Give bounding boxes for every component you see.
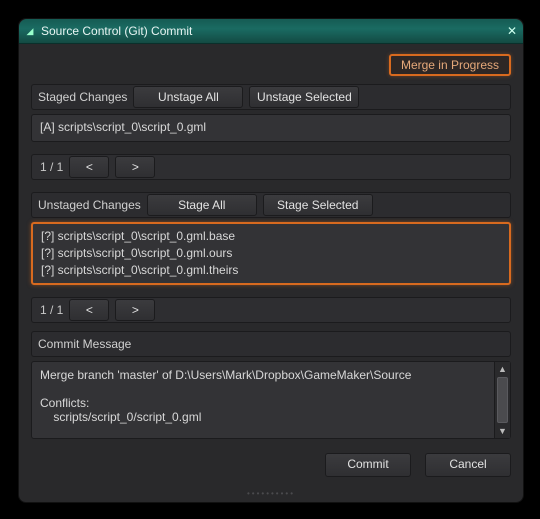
scroll-up-icon[interactable]: ▲ <box>495 362 510 376</box>
unstage-all-button[interactable]: Unstage All <box>133 86 243 108</box>
list-item[interactable]: [A] scripts\script_0\script_0.gml <box>40 119 502 136</box>
staged-header: Staged Changes Unstage All Unstage Selec… <box>31 84 511 110</box>
unstaged-label: Unstaged Changes <box>38 198 141 212</box>
resize-grip-icon[interactable]: •••••••••• <box>247 489 295 498</box>
unstaged-header: Unstaged Changes Stage All Stage Selecte… <box>31 192 511 218</box>
list-item[interactable]: [?] scripts\script_0\script_0.gml.ours <box>41 245 501 262</box>
staged-label: Staged Changes <box>38 90 127 104</box>
window-title: Source Control (Git) Commit <box>41 24 501 38</box>
stage-selected-button[interactable]: Stage Selected <box>263 194 373 216</box>
commit-message-textarea[interactable]: Merge branch 'master' of D:\Users\Mark\D… <box>32 362 494 438</box>
scroll-down-icon[interactable]: ▼ <box>495 424 510 438</box>
unstage-selected-button[interactable]: Unstage Selected <box>249 86 359 108</box>
unstaged-next-button[interactable]: > <box>115 299 155 321</box>
commit-message-label: Commit Message <box>38 337 131 351</box>
staged-next-button[interactable]: > <box>115 156 155 178</box>
close-button[interactable]: ✕ <box>501 24 523 38</box>
dialog-body: Merge in Progress Staged Changes Unstage… <box>19 44 523 489</box>
staged-list[interactable]: [A] scripts\script_0\script_0.gml <box>31 114 511 142</box>
commit-message-scrollbar[interactable]: ▲ ▼ <box>494 362 510 438</box>
titlebar[interactable]: ◢ Source Control (Git) Commit ✕ <box>19 19 523 44</box>
scroll-thumb[interactable] <box>497 377 508 423</box>
cancel-button[interactable]: Cancel <box>425 453 511 477</box>
commit-message-header: Commit Message <box>31 331 511 357</box>
staged-page-count: 1 / 1 <box>38 160 63 174</box>
expand-triangle-icon[interactable]: ◢ <box>19 26 41 37</box>
merge-in-progress-badge: Merge in Progress <box>389 54 511 76</box>
list-item[interactable]: [?] scripts\script_0\script_0.gml.theirs <box>41 262 501 279</box>
unstaged-list[interactable]: [?] scripts\script_0\script_0.gml.base [… <box>31 222 511 285</box>
unstaged-pager: 1 / 1 < > <box>31 297 511 323</box>
staged-pager: 1 / 1 < > <box>31 154 511 180</box>
unstaged-prev-button[interactable]: < <box>69 299 109 321</box>
unstaged-page-count: 1 / 1 <box>38 303 63 317</box>
stage-all-button[interactable]: Stage All <box>147 194 257 216</box>
commit-dialog: ◢ Source Control (Git) Commit ✕ Merge in… <box>18 18 524 503</box>
staged-prev-button[interactable]: < <box>69 156 109 178</box>
commit-button[interactable]: Commit <box>325 453 411 477</box>
list-item[interactable]: [?] scripts\script_0\script_0.gml.base <box>41 228 501 245</box>
commit-message-box: Merge branch 'master' of D:\Users\Mark\D… <box>31 361 511 439</box>
